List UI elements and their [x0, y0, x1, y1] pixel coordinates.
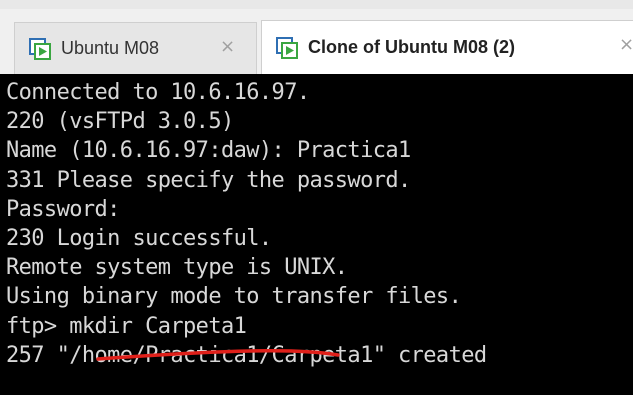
tab-bar-top-strip — [0, 0, 633, 9]
terminal-line: Using binary mode to transfer files. — [6, 284, 462, 310]
terminal-line-command: ftp> mkdir Carpeta1 — [6, 313, 247, 339]
vm-icon — [276, 36, 298, 59]
vm-icon — [29, 37, 51, 60]
terminal-line: Connected to 10.6.16.97. — [6, 80, 310, 105]
tab-ubuntu-m08[interactable]: Ubuntu M08 × — [14, 22, 257, 74]
vm-console-window: Ubuntu M08 × Clone of Ubuntu M08 (2) × C… — [0, 0, 633, 395]
terminal-line: 331 Please specify the password. — [6, 167, 411, 193]
tab-label: Clone of Ubuntu M08 (2) — [308, 37, 515, 57]
terminal-output[interactable]: Connected to 10.6.16.97. 220 (vsFTPd 3.0… — [0, 74, 633, 395]
tab-label: Ubuntu M08 — [61, 38, 160, 58]
close-icon[interactable]: × — [619, 36, 633, 54]
close-icon[interactable]: × — [220, 38, 235, 56]
terminal-line: 220 (vsFTPd 3.0.5) — [6, 109, 234, 135]
terminal-line: Remote system type is UNIX. — [6, 255, 348, 281]
terminal-line: Password: — [6, 196, 120, 222]
terminal-line: 257 "/home/Practica1/Carpeta1" created — [6, 342, 487, 368]
tab-clone-of-ubuntu-m08-2[interactable]: Clone of Ubuntu M08 (2) × — [261, 20, 633, 74]
terminal-line: Name (10.6.16.97:daw): Practica1 — [6, 138, 411, 164]
tab-bar: Ubuntu M08 × Clone of Ubuntu M08 (2) × — [0, 0, 633, 74]
terminal-line: 230 Login successful. — [6, 225, 272, 251]
